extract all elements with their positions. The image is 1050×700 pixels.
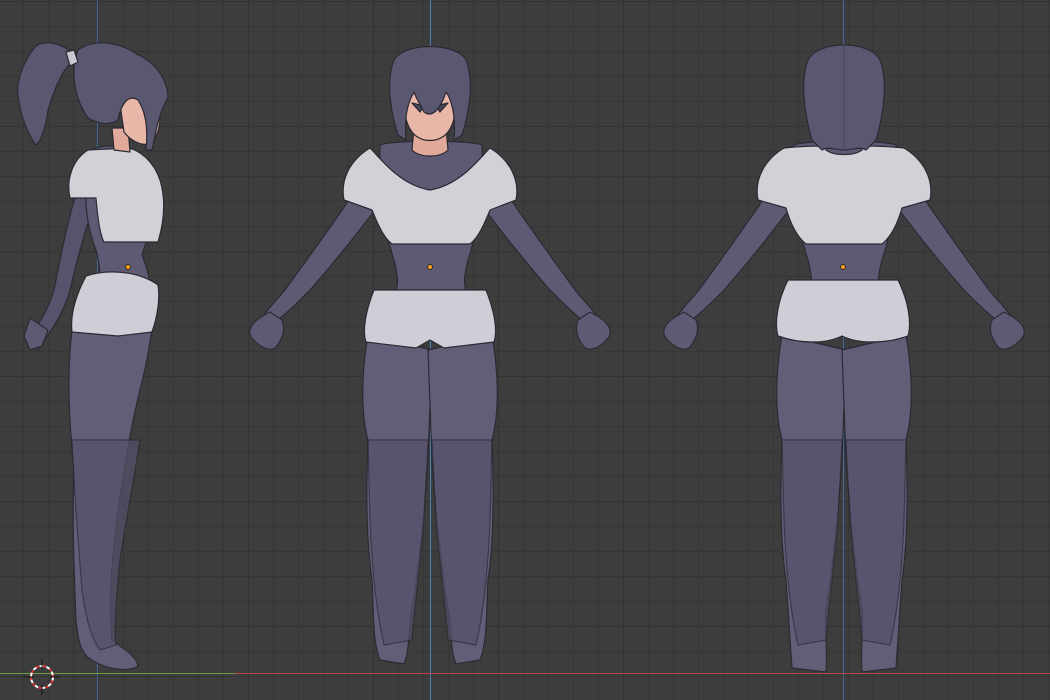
front-origin-point[interactable] (427, 264, 433, 270)
back-origin-point[interactable] (840, 264, 846, 270)
side-view-figure[interactable] (0, 0, 200, 700)
3d-cursor-icon[interactable] (24, 659, 60, 695)
back-view-figure[interactable] (655, 0, 1035, 700)
3d-viewport[interactable] (0, 0, 1050, 700)
side-origin-point[interactable] (125, 264, 131, 270)
front-view-figure[interactable] (240, 0, 620, 700)
